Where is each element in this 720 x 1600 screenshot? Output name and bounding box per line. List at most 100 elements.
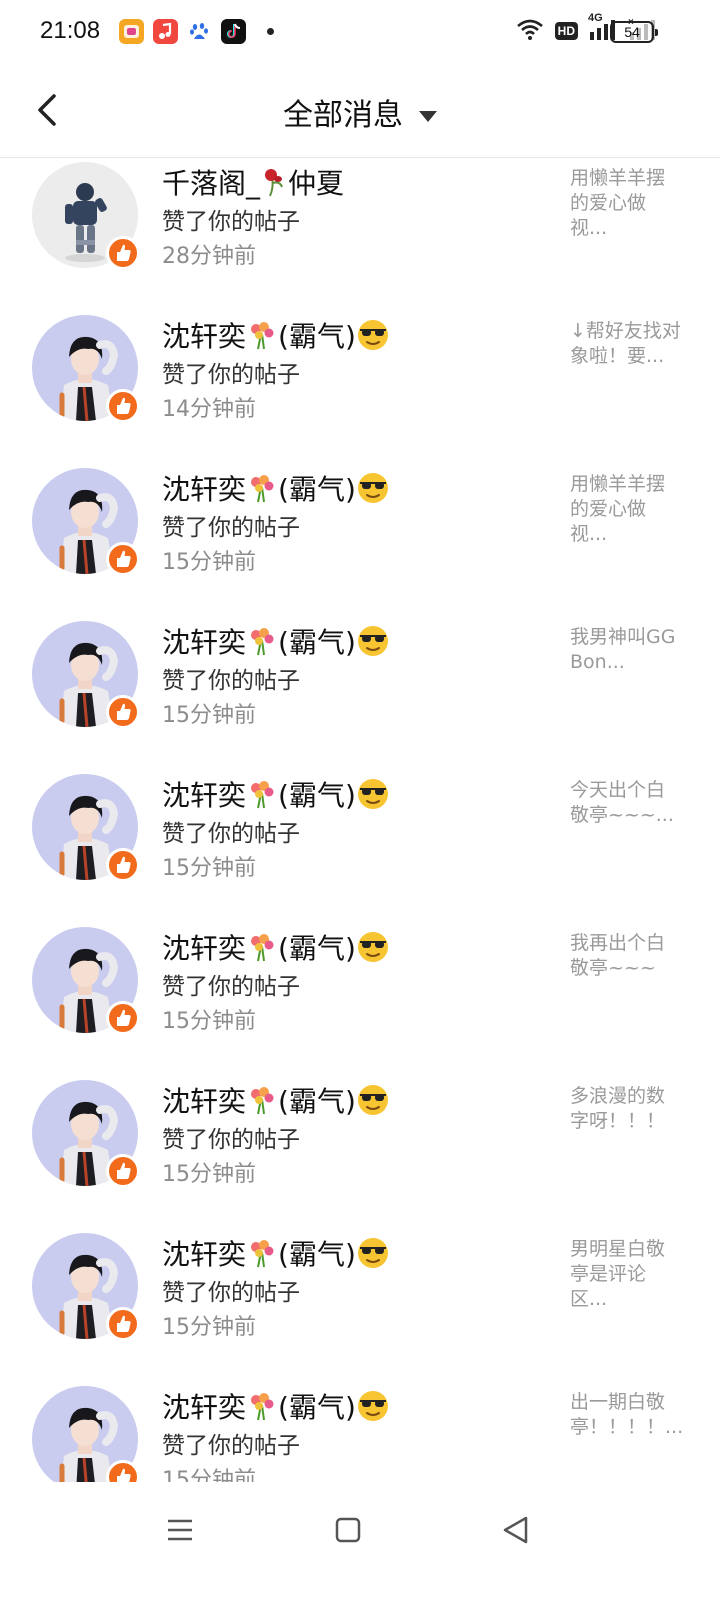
sender-name-prefix: 沈轩奕 — [162, 1085, 247, 1118]
sender-name[interactable]: 沈轩奕 (霸气) — [162, 1233, 390, 1273]
like-badge — [106, 236, 140, 270]
post-preview[interactable]: 多浪漫的数字呀！！！ — [570, 1084, 682, 1134]
sunglasses-emoji-icon — [357, 1085, 388, 1115]
sender-name[interactable]: 沈轩奕 (霸气) — [162, 315, 390, 355]
avatar-wrap[interactable] — [32, 468, 140, 576]
like-badge — [106, 542, 140, 576]
wifi-icon — [515, 17, 545, 45]
like-badge — [106, 1154, 140, 1188]
avatar-wrap[interactable] — [32, 621, 140, 729]
home-button[interactable] — [328, 1510, 368, 1550]
sender-name-prefix: 沈轩奕 — [162, 932, 247, 965]
avatar-wrap[interactable] — [32, 1233, 140, 1341]
bouquet-emoji-icon — [251, 781, 274, 809]
bouquet-emoji-icon — [251, 628, 274, 656]
action-text: 赞了你的帖子 — [162, 1433, 300, 1459]
post-preview[interactable]: 用懒羊羊摆的爱心做视... — [570, 166, 682, 241]
message-item[interactable]: 沈轩奕 (霸气) 赞了你的帖子 15分钟前 用懒羊羊摆的爱心做视... — [0, 468, 720, 621]
thumbs-up-icon — [117, 244, 131, 261]
message-item[interactable]: 沈轩奕 (霸气) 赞了你的帖子 15分钟前 我男神叫GG Bon... — [0, 621, 720, 774]
more-notifications-dot — [267, 28, 274, 35]
back-triangle-icon — [503, 1516, 528, 1544]
sender-name[interactable]: 沈轩奕 (霸气) — [162, 621, 390, 661]
avatar-wrap[interactable] — [32, 927, 140, 1035]
like-badge — [106, 1307, 140, 1341]
thumbs-up-icon — [117, 1468, 131, 1482]
action-text: 赞了你的帖子 — [162, 1280, 300, 1306]
timestamp: 15分钟前 — [162, 703, 256, 728]
sender-name-suffix: (霸气) — [278, 932, 356, 965]
sender-name-prefix: 沈轩奕 — [162, 320, 247, 353]
like-badge — [106, 1460, 140, 1482]
avatar-wrap[interactable] — [32, 1386, 140, 1482]
action-text: 赞了你的帖子 — [162, 821, 300, 847]
avatar-wrap[interactable] — [32, 162, 140, 270]
post-preview[interactable]: 我男神叫GG Bon... — [570, 625, 682, 675]
header: 全部消息 — [0, 64, 720, 158]
avatar-wrap[interactable] — [32, 315, 140, 423]
bouquet-emoji-icon — [251, 1393, 274, 1421]
sender-name[interactable]: 沈轩奕 (霸气) — [162, 468, 390, 508]
avatar-wrap[interactable] — [32, 1080, 140, 1188]
post-preview[interactable]: 男明星白敬亭是评论区... — [570, 1237, 682, 1312]
message-item[interactable]: 沈轩奕 (霸气) 赞了你的帖子 14分钟前 ↓帮好友找对象啦！要... — [0, 315, 720, 468]
bouquet-emoji-icon — [251, 934, 274, 962]
tiktok-icon — [221, 19, 246, 44]
bouquet-emoji-icon — [251, 475, 274, 503]
like-badge — [106, 389, 140, 423]
bouquet-emoji-icon — [251, 1240, 274, 1268]
post-preview[interactable]: 今天出个白敬亭~~~... — [570, 778, 682, 828]
wilted-rose-emoji-icon — [265, 169, 283, 197]
like-badge — [106, 848, 140, 882]
home-square-icon — [335, 1517, 361, 1543]
post-preview[interactable]: 我再出个白敬亭~~~ — [570, 931, 682, 981]
timestamp: 15分钟前 — [162, 550, 256, 575]
message-item[interactable]: 千落阁_ 仲夏 赞了你的帖子 28分钟前 用懒羊羊摆的爱心做视... — [0, 162, 720, 315]
thumbs-up-icon — [117, 1315, 131, 1332]
action-text: 赞了你的帖子 — [162, 974, 300, 1000]
bouquet-emoji-icon — [251, 322, 274, 350]
thumbs-up-icon — [117, 856, 131, 873]
system-nav-bar — [0, 1482, 720, 1600]
baidu-icon — [187, 19, 212, 44]
sender-name[interactable]: 沈轩奕 (霸气) — [162, 774, 390, 814]
message-item[interactable]: 沈轩奕 (霸气) 赞了你的帖子 15分钟前 今天出个白敬亭~~~... — [0, 774, 720, 927]
timestamp: 15分钟前 — [162, 1009, 256, 1034]
sender-name[interactable]: 沈轩奕 (霸气) — [162, 1080, 390, 1120]
sender-name[interactable]: 沈轩奕 (霸气) — [162, 1386, 390, 1426]
sunglasses-emoji-icon — [357, 1238, 388, 1268]
menu-icon — [168, 1519, 192, 1541]
sunglasses-emoji-icon — [357, 932, 388, 962]
back-nav-button[interactable] — [496, 1510, 536, 1550]
sender-name-suffix: (霸气) — [278, 626, 356, 659]
bouquet-emoji-icon — [251, 1087, 274, 1115]
caret-down-icon — [419, 111, 437, 122]
menu-button[interactable] — [160, 1510, 200, 1550]
message-filter-dropdown[interactable]: 全部消息 — [0, 90, 720, 134]
message-item[interactable]: 沈轩奕 (霸气) 赞了你的帖子 15分钟前 多浪漫的数字呀！！！ — [0, 1080, 720, 1233]
notification-app-icons — [119, 19, 274, 44]
thumbs-up-icon — [117, 1009, 131, 1026]
sender-name[interactable]: 沈轩奕 (霸气) — [162, 927, 390, 967]
status-time: 21:08 — [40, 17, 101, 44]
sender-name-suffix: (霸气) — [278, 779, 356, 812]
sender-name-prefix: 沈轩奕 — [162, 1391, 247, 1424]
timestamp: 15分钟前 — [162, 856, 256, 881]
sunglasses-emoji-icon — [357, 473, 388, 503]
sender-name-prefix: 沈轩奕 — [162, 626, 247, 659]
timestamp: 15分钟前 — [162, 1162, 256, 1187]
message-item[interactable]: 沈轩奕 (霸气) 赞了你的帖子 15分钟前 男明星白敬亭是评论区... — [0, 1233, 720, 1386]
thumbs-up-icon — [117, 550, 131, 567]
post-preview[interactable]: 用懒羊羊摆的爱心做视... — [570, 472, 682, 547]
music-icon — [153, 19, 178, 44]
avatar-wrap[interactable] — [32, 774, 140, 882]
message-list[interactable]: 千落阁_ 仲夏 赞了你的帖子 28分钟前 用懒羊羊摆的爱心做视... 沈轩奕 (霸气) 赞了你… — [0, 158, 720, 1482]
kugou-icon — [119, 19, 144, 44]
sunglasses-emoji-icon — [357, 320, 388, 350]
message-item[interactable]: 沈轩奕 (霸气) 赞了你的帖子 15分钟前 我再出个白敬亭~~~ — [0, 927, 720, 1080]
sender-name[interactable]: 千落阁_ 仲夏 — [162, 162, 344, 202]
message-item[interactable]: 沈轩奕 (霸气) 赞了你的帖子 15分钟前 出一期白敬亭！！！！... — [0, 1386, 720, 1482]
post-preview[interactable]: ↓帮好友找对象啦！要... — [570, 319, 682, 369]
sunglasses-emoji-icon — [357, 1391, 388, 1421]
post-preview[interactable]: 出一期白敬亭！！！！... — [570, 1390, 683, 1440]
